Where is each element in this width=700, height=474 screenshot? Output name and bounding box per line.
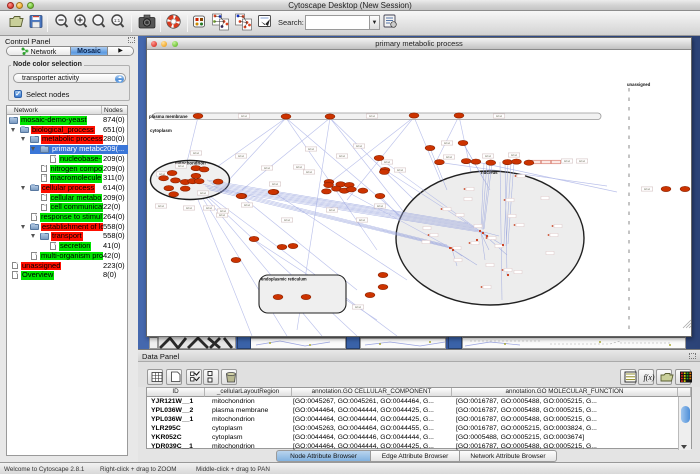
svg-text:label: label — [308, 147, 315, 151]
svg-text:label: label — [579, 159, 586, 163]
svg-text:cytoplasm: cytoplasm — [150, 128, 172, 133]
svg-text:label: label — [384, 160, 391, 164]
svg-text:label: label — [496, 114, 503, 118]
svg-text:label: label — [359, 218, 366, 222]
svg-text:label: label — [284, 218, 291, 222]
svg-text:label: label — [306, 170, 313, 174]
svg-text:label: label — [356, 144, 363, 148]
svg-text:label: label — [238, 154, 245, 158]
svg-text:label: label — [241, 114, 248, 118]
svg-text:label: label — [329, 208, 336, 212]
svg-text:label: label — [193, 151, 200, 155]
svg-text:label: label — [272, 182, 279, 186]
svg-text:label: label — [355, 305, 362, 309]
svg-text:label: label — [158, 204, 165, 208]
svg-text:label: label — [220, 209, 227, 213]
svg-text:label: label — [485, 154, 492, 158]
svg-text:label: label — [446, 155, 453, 159]
svg-text:endoplasmic reticulum: endoplasmic reticulum — [261, 277, 307, 282]
svg-text:label: label — [339, 154, 346, 158]
svg-text:label: label — [369, 114, 376, 118]
svg-text:label: label — [186, 206, 193, 210]
svg-text:label: label — [444, 141, 451, 145]
svg-text:label: label — [377, 204, 384, 208]
svg-text:label: label — [219, 213, 226, 217]
svg-text:label: label — [244, 203, 251, 207]
svg-text:label: label — [264, 166, 271, 170]
svg-text:unassigned: unassigned — [627, 82, 651, 87]
svg-text:label: label — [178, 164, 185, 168]
svg-text:label: label — [296, 165, 303, 169]
svg-text:1:1: 1:1 — [114, 18, 121, 23]
svg-text:label: label — [206, 206, 213, 210]
svg-text:label: label — [511, 153, 518, 157]
svg-text:label: label — [564, 159, 571, 163]
svg-text:label: label — [200, 191, 207, 195]
svg-text:f(x): f(x) — [643, 373, 654, 382]
svg-text:plasma membrane: plasma membrane — [149, 114, 188, 119]
svg-text:label: label — [397, 168, 404, 172]
svg-text:label: label — [644, 187, 651, 191]
